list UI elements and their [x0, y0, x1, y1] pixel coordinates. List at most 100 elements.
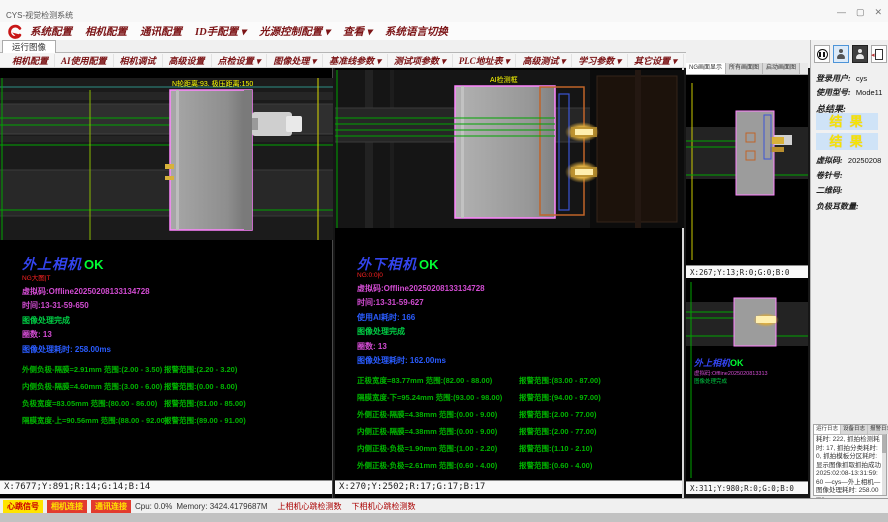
upper-camera-pixel-readout: X:7677;Y:891;R:14;G:14;B:14 [0, 480, 332, 494]
tool-learning-params[interactable]: 学习参数 ▾ [572, 54, 628, 67]
tab-ng-display[interactable]: NG画面显示 [686, 63, 726, 74]
lower-camera-panel: AI检测框 外下相机OK NG:0:0|0 虚拟码:Offline2025020… [335, 68, 684, 498]
tool-advanced-test[interactable]: 高级测试 ▾ [516, 54, 572, 67]
upper-scene-overlay-label: N轮距离:93. 极压距离:150 [172, 79, 253, 88]
tab-run-image[interactable]: 运行图像 [2, 40, 56, 53]
log-panel: 运行日志 设备日志 报警日志 耗时: 222, 抓拍检测耗时: 17, 抓拍分类… [813, 424, 887, 496]
tool-advanced-settings[interactable]: 高级设置 [163, 54, 212, 67]
tool-ai-usage-config[interactable]: AI使用配置 [55, 54, 114, 67]
user-button[interactable] [833, 45, 849, 63]
tool-other-settings[interactable]: 其它设置 ▾ [628, 54, 684, 67]
log-tabs: 运行日志 设备日志 报警日志 [814, 425, 886, 435]
comm-connection-badge: 通讯连接 [91, 500, 131, 513]
camera-title: 外上相机OK [22, 254, 330, 274]
time-text: 时间:13-31-59-627 [357, 297, 665, 308]
measurement-row: 内侧负极-隔膜=4.60mm 范围:(3.00 - 6.00) 报警范围:(0.… [22, 381, 330, 392]
camera-connection-badge: 相机连接 [47, 500, 87, 513]
model-row: 使用型号: Mode11 [816, 87, 882, 98]
login-user-value: cys [856, 74, 867, 83]
maximize-button[interactable]: ▢ [856, 7, 865, 17]
ai-time-text: 使用AI耗时: 166 [357, 312, 665, 323]
process-done-text: 图像处理完成 [357, 326, 665, 337]
ai-detection-box-label: AI检测框 [490, 75, 518, 84]
alarm-range-text: 报警范围:(0.60 - 4.00) [519, 460, 592, 471]
tool-image-processing[interactable]: 图像处理 ▾ [267, 54, 323, 67]
menu-system-config[interactable]: 系统配置 [30, 24, 72, 39]
menu-language-switch[interactable]: 系统语言切换 [385, 24, 448, 39]
pause-button[interactable] [814, 45, 830, 63]
window-controls: — ▢ ✕ [837, 7, 882, 17]
alarm-range-text: 报警范围:(2.00 - 77.00) [519, 409, 597, 420]
tab-run-log[interactable]: 运行日志 [814, 425, 841, 434]
small-panel-tabs: NG画面显示 所有画面图 启动画面图 [686, 63, 808, 75]
camera-title: 外下相机OK [357, 254, 665, 274]
log-scrollbar-thumb[interactable] [882, 435, 886, 453]
log-text: 耗时: 222, 抓拍检测耗时: 17, 抓拍分类耗时: 0, 抓拍模板分区耗时… [814, 435, 886, 505]
time-text: 时间:13-31-59-650 [22, 300, 330, 311]
alarm-range-text: 报警范围:(81.00 - 85.00) [164, 398, 246, 409]
menu-bar: 系统配置 相机配置 通讯配置 ID手配置 ▾ 光源控制配置 ▾ 查看 ▾ 系统语… [0, 22, 888, 40]
live-thumbnail-pixel-readout: X:311;Y:980;R:0;G:0;B:0 [686, 481, 808, 494]
measurement-row: 外侧正极-负极=2.61mm 范围:(0.60 - 4.00) 报警范围:(0.… [357, 460, 665, 471]
menu-camera-config[interactable]: 相机配置 [85, 24, 127, 39]
process-time-text: 图像处理耗时: 258.00ms [22, 344, 330, 355]
heartbeat-status-badge: 心跳信号 [3, 500, 43, 513]
menu-view[interactable]: 查看 ▾ [343, 24, 372, 39]
measurement-text: 外侧正极-隔膜=4.38mm 范围:(0.00 - 9.00) [357, 409, 519, 420]
alarm-range-text: 报警范围:(2.00 - 77.00) [519, 426, 597, 437]
tool-spot-check-settings[interactable]: 点检设置 ▾ [212, 54, 268, 67]
alarm-range-text: 报警范围:(2.20 - 3.20) [164, 364, 237, 375]
alarm-range-text: 报警范围:(89.00 - 91.00) [164, 415, 246, 426]
turns-count-text: 圈数: 13 [22, 329, 330, 340]
exit-button[interactable] [871, 45, 887, 63]
tool-plc-address-table[interactable]: PLC地址表 ▾ [453, 54, 517, 67]
model-value: Mode11 [856, 88, 883, 97]
toolbar: 相机配置 AI使用配置 相机调试 高级设置 点检设置 ▾ 图像处理 ▾ 基准线参… [0, 53, 686, 68]
ng-thumbnail-pixel-readout: X:267;Y:13;R:0;G:0;B:0 [686, 265, 808, 278]
measurement-text: 隔膜宽度-上=90.56mm 范围:(88.00 - 92.00) [22, 415, 164, 426]
measurement-rows: 正极宽度=83.77mm 范围:(82.00 - 88.00) 报警范围:(83… [357, 375, 665, 471]
view-tabstrip: 运行图像 [0, 40, 686, 53]
menu-comm-config[interactable]: 通讯配置 [140, 24, 182, 39]
menu-id-hand-config[interactable]: ID手配置 ▾ [195, 24, 246, 39]
virtual-code-label: 虚拟码: [816, 156, 843, 165]
memory-usage-text: Memory: 3424.4179687M [176, 502, 267, 511]
ng-display-panel: NG画面显示 所有画面图 启动画面图 X:267;Y:13;R:0;G:0;B:… [686, 63, 808, 278]
measurement-text: 内侧正极-隔膜=4.38mm 范围:(0.00 - 9.00) [357, 426, 519, 437]
model-label: 使用型号: [816, 88, 851, 97]
measurement-row: 外侧正极-隔膜=4.38mm 范围:(0.00 - 9.00) 报警范围:(2.… [357, 409, 665, 420]
live-thumbnail-view[interactable]: 外上相机OK 虚拟码:Offline2025020813313 图像处理完成 [686, 278, 808, 481]
measurement-text: 外侧正极-负极=2.61mm 范围:(0.60 - 4.00) [357, 460, 519, 471]
user-icon [836, 49, 846, 59]
lower-camera-view[interactable]: AI检测框 [335, 70, 684, 228]
ng-thumbnail-view[interactable] [686, 75, 808, 265]
power-button[interactable] [852, 45, 868, 63]
tab-device-log[interactable]: 设备日志 [841, 425, 868, 434]
measurement-row: 内侧正极-隔膜=4.38mm 范围:(0.00 - 9.00) 报警范围:(2.… [357, 426, 665, 437]
close-button[interactable]: ✕ [874, 7, 882, 17]
virtual-code-value: 20250208 [848, 156, 881, 165]
app-window: CYS-视觉检测系统 — ▢ ✕ 系统配置 相机配置 通讯配置 ID手配置 ▾ … [0, 0, 888, 522]
qr-code-row: 二维码: [816, 185, 846, 196]
measurement-text: 正极宽度=83.77mm 范围:(82.00 - 88.00) [357, 375, 519, 386]
tab-all-frames[interactable]: 所有画面图 [726, 63, 763, 74]
measurement-text: 内侧负极-隔膜=4.60mm 范围:(3.00 - 6.00) [22, 381, 164, 392]
tab-start-frames[interactable]: 启动画面图 [763, 63, 800, 74]
camera-name: 外上相机 [22, 258, 82, 273]
process-time-text: 图像处理耗时: 162.00ms [357, 355, 665, 366]
log-scrollbar[interactable] [882, 435, 886, 495]
pause-icon [817, 49, 828, 60]
tool-test-item-params[interactable]: 测试项参数 ▾ [388, 54, 453, 67]
sidebar: 登录用户: cys 使用型号: Mode11 总结果: 结 果 结 果 虚拟码:… [810, 40, 888, 498]
upper-camera-view[interactable]: N轮距离:93. 极压距离:150 [0, 78, 333, 240]
camera-name: 外下相机 [357, 258, 417, 273]
tool-camera-debug[interactable]: 相机调试 [114, 54, 163, 67]
login-user-row: 登录用户: cys [816, 73, 867, 84]
menu-light-control-config[interactable]: 光源控制配置 ▾ [259, 24, 330, 39]
tab-alarm-log[interactable]: 报警日志 [868, 425, 888, 434]
tool-camera-config[interactable]: 相机配置 [6, 54, 55, 67]
minimize-button[interactable]: — [837, 7, 846, 17]
measurement-text: 外侧负极-隔膜=2.91mm 范围:(2.00 - 3.50) [22, 364, 164, 375]
tool-baseline-params[interactable]: 基准线参数 ▾ [323, 54, 388, 67]
measurement-rows: 外侧负极-隔膜=2.91mm 范围:(2.00 - 3.50) 报警范围:(2.… [22, 364, 330, 426]
